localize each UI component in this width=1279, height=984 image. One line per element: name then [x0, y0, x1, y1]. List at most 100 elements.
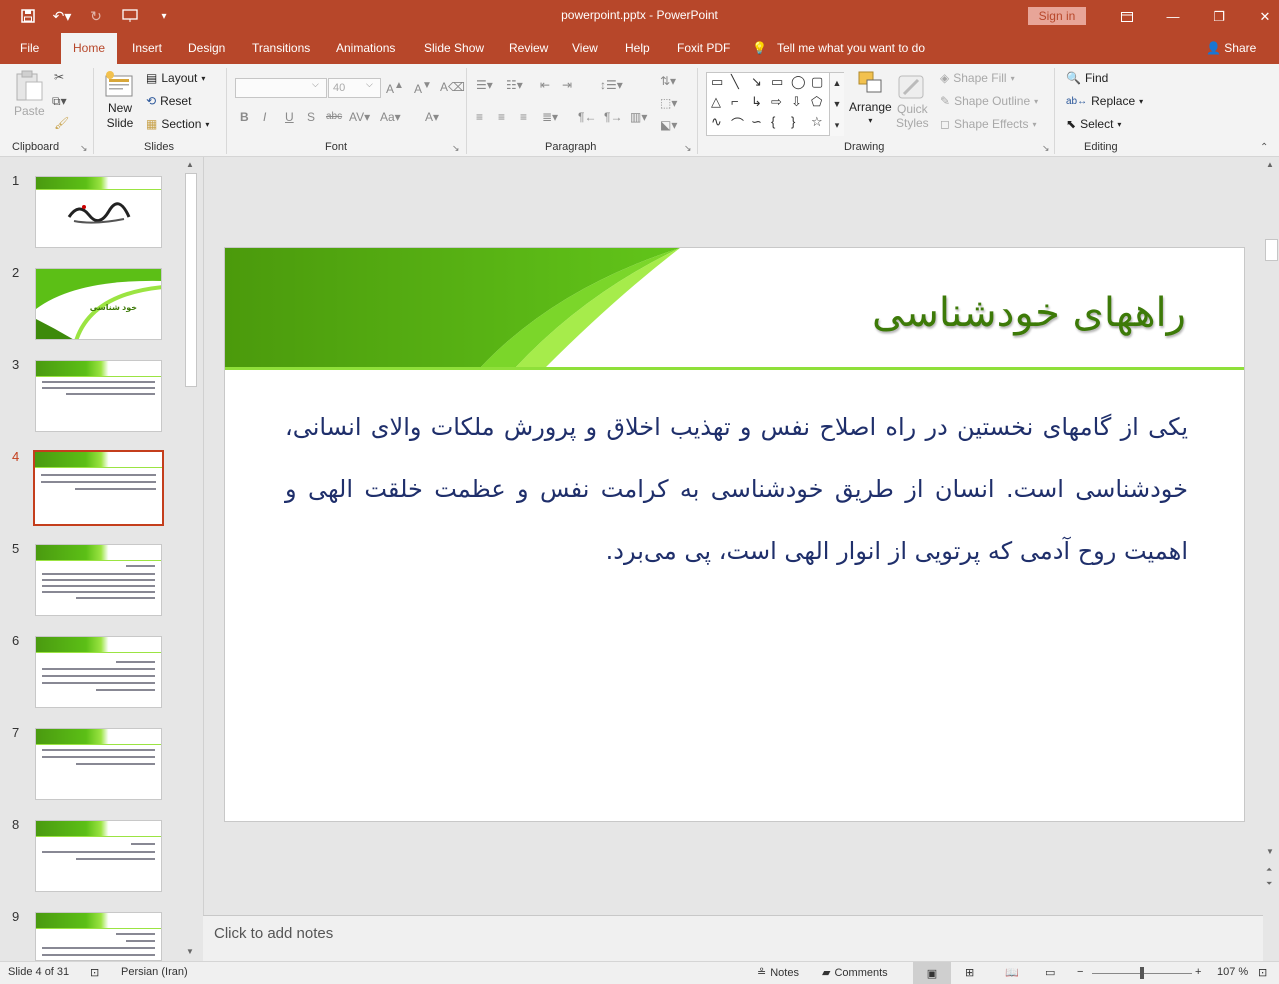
reset-button[interactable]: ⟲ Reset: [146, 94, 191, 108]
slide-thumbnail-1[interactable]: [35, 176, 162, 248]
strikethrough-icon[interactable]: abc: [326, 111, 342, 122]
customize-qat-icon[interactable]: ▾: [154, 6, 174, 26]
thumbnail-scroll-thumb[interactable]: [185, 173, 197, 387]
justify-icon[interactable]: ≣▾: [542, 110, 558, 124]
format-painter-icon[interactable]: 🖌: [54, 116, 69, 130]
shape-connector-icon[interactable]: ⌐: [731, 94, 739, 109]
tab-help[interactable]: Help: [617, 33, 658, 64]
collapse-ribbon-icon[interactable]: ⌃: [1260, 142, 1268, 153]
fit-to-window-icon[interactable]: ⊡: [1258, 966, 1267, 979]
tab-slide-show[interactable]: Slide Show: [416, 33, 492, 64]
slide-canvas[interactable]: راههای خودشناسی یکی از گامهای نخستین در …: [224, 247, 1245, 822]
clipboard-launcher-icon[interactable]: ↘: [80, 143, 88, 154]
slide-scroll-down-icon[interactable]: ▼: [1266, 847, 1274, 856]
rtl-icon[interactable]: ¶←: [578, 110, 596, 124]
shape-oval-icon[interactable]: ◯: [791, 74, 806, 90]
tab-insert[interactable]: Insert: [124, 33, 170, 64]
thumbnail-scrollbar[interactable]: ▲ ▼: [183, 157, 199, 961]
shapes-more-icon[interactable]: ▲ ▼ ▾: [829, 73, 844, 136]
ribbon-display-options-icon[interactable]: [1104, 0, 1150, 33]
character-spacing-icon[interactable]: AV▾: [349, 110, 370, 124]
shape-fill-button[interactable]: ◈ Shape Fill ▾: [940, 71, 1015, 85]
present-from-start-icon[interactable]: [120, 6, 140, 26]
align-text-icon[interactable]: ⬚▾: [660, 96, 677, 110]
slideshow-view-icon[interactable]: ▭: [1045, 966, 1055, 979]
share-button[interactable]: 👤 Share: [1206, 33, 1256, 64]
spell-check-icon[interactable]: ⊡: [90, 966, 99, 979]
select-button[interactable]: ⬉ Select ▾: [1066, 117, 1121, 131]
underline-icon[interactable]: U: [285, 110, 294, 124]
comments-toggle-button[interactable]: ▰ Comments: [822, 966, 888, 980]
grow-font-icon[interactable]: A▲: [386, 80, 404, 96]
shape-left-brace-icon[interactable]: {: [771, 114, 775, 129]
slide-thumbnail-6[interactable]: [35, 636, 162, 708]
language-indicator[interactable]: Persian (Iran): [121, 966, 188, 978]
slide-scroll-up-icon[interactable]: ▲: [1266, 160, 1274, 169]
text-direction-icon[interactable]: ⇅▾: [660, 74, 676, 88]
scroll-up-icon[interactable]: ▲: [186, 160, 194, 169]
shrink-font-icon[interactable]: A▼: [414, 80, 432, 96]
notes-toggle-button[interactable]: ≗ Notes: [757, 966, 799, 980]
tab-design[interactable]: Design: [180, 33, 233, 64]
copy-icon[interactable]: ⧉▾: [52, 94, 67, 109]
shape-rounded-rect-icon[interactable]: ▢: [811, 74, 823, 90]
increase-indent-icon[interactable]: ⇥: [562, 78, 572, 92]
slide-title[interactable]: راههای خودشناسی: [872, 290, 1186, 336]
font-color-icon[interactable]: A▾: [425, 110, 439, 124]
shape-textbox-icon[interactable]: ▭: [711, 74, 723, 90]
slide-scrollbar[interactable]: ▲ ▼ ⏶ ⏷: [1263, 157, 1279, 915]
tab-file[interactable]: File: [12, 33, 47, 64]
slide-thumbnail-3[interactable]: [35, 360, 162, 432]
slide-body-text[interactable]: یکی از گامهای نخستین در راه اصلاح نفس و …: [285, 396, 1188, 582]
shape-freeform-icon[interactable]: ⬠: [811, 94, 822, 110]
align-left-icon[interactable]: ≡: [476, 110, 483, 124]
shape-right-brace-icon[interactable]: }: [791, 114, 795, 129]
shape-outline-button[interactable]: ✎ Shape Outline ▾: [940, 94, 1038, 108]
scroll-down-icon[interactable]: ▼: [186, 947, 194, 956]
paragraph-launcher-icon[interactable]: ↘: [684, 143, 692, 154]
slide-thumbnail-2[interactable]: خود شناسی: [35, 268, 162, 340]
shape-scribble-icon[interactable]: ∽: [751, 114, 762, 130]
tab-transitions[interactable]: Transitions: [244, 33, 318, 64]
section-button[interactable]: ▦ Section ▾: [146, 117, 209, 131]
layout-button[interactable]: ▤ Layout ▾: [146, 71, 205, 85]
cut-icon[interactable]: ✂: [54, 70, 64, 84]
zoom-in-icon[interactable]: +: [1195, 966, 1201, 978]
bullets-icon[interactable]: ☰▾: [476, 78, 493, 92]
next-slide-icon[interactable]: ⏷: [1266, 879, 1272, 889]
normal-view-icon[interactable]: ▣: [913, 962, 951, 984]
reading-view-icon[interactable]: 📖: [1005, 966, 1019, 979]
slide-scroll-thumb[interactable]: [1265, 239, 1278, 261]
previous-slide-icon[interactable]: ⏶: [1266, 865, 1272, 875]
change-case-icon[interactable]: Aa▾: [380, 110, 401, 124]
tell-me-search[interactable]: 💡 Tell me what you want to do: [752, 33, 925, 64]
zoom-slider-thumb[interactable]: [1140, 967, 1144, 979]
minimize-icon[interactable]: —: [1150, 0, 1196, 33]
zoom-level[interactable]: 107 %: [1217, 966, 1248, 978]
arrange-button[interactable]: Arrange ▾: [849, 70, 892, 125]
font-launcher-icon[interactable]: ↘: [452, 143, 460, 154]
replace-button[interactable]: ab↔ Replace ▾: [1066, 94, 1143, 108]
clear-formatting-icon[interactable]: A⌫: [440, 80, 465, 94]
tab-animations[interactable]: Animations: [328, 33, 403, 64]
align-center-icon[interactable]: ≡: [498, 110, 505, 124]
tab-view[interactable]: View: [564, 33, 606, 64]
sign-in-button[interactable]: Sign in: [1028, 7, 1086, 25]
align-right-icon[interactable]: ≡: [520, 110, 527, 124]
shape-down-arrow-icon[interactable]: ⇩: [791, 94, 802, 110]
columns-icon[interactable]: ▥▾: [630, 110, 647, 124]
shape-effects-button[interactable]: ◻ Shape Effects ▾: [940, 117, 1036, 131]
find-button[interactable]: 🔍 Find: [1066, 71, 1108, 85]
shape-star-icon[interactable]: ☆: [811, 114, 823, 130]
close-icon[interactable]: ✕: [1242, 0, 1279, 33]
slide-thumbnail-7[interactable]: [35, 728, 162, 800]
quick-styles-button[interactable]: Quick Styles: [896, 70, 929, 130]
tab-review[interactable]: Review: [501, 33, 556, 64]
shape-right-arrow-icon[interactable]: ⇨: [771, 94, 782, 110]
decrease-indent-icon[interactable]: ⇤: [540, 78, 550, 92]
font-size-combo[interactable]: 40: [328, 78, 381, 98]
redo-icon[interactable]: ↻: [86, 6, 106, 26]
shapes-gallery[interactable]: ▭ ╲ ↘ ▭ ◯ ▢ △ ⌐ ↳ ⇨ ⇩ ⬠ ∿ ⌒ ∽ { } ☆ ▲ ▼ ▾: [706, 72, 844, 136]
notes-placeholder[interactable]: Click to add notes: [214, 925, 333, 942]
bold-icon[interactable]: B: [240, 110, 249, 124]
